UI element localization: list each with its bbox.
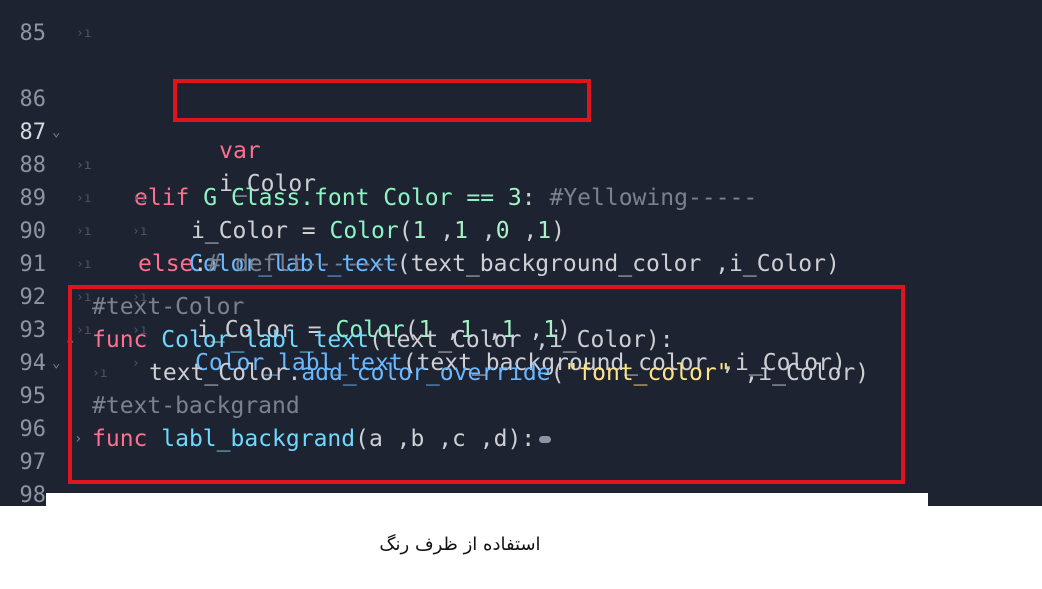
code-line[interactable]: 85 ›ı var i_Color	[0, 3, 1042, 197]
code-editor[interactable]: 85 ›ı var i_Color 86 ⌄ ›ı elif G Class.f…	[0, 0, 1042, 506]
caption-text: استفاده از ظرف رنگ	[379, 534, 541, 555]
code-line[interactable]: 91 ›ı ›ı Color_labl_text(text_background…	[0, 215, 1042, 376]
line-number: 85	[19, 21, 47, 46]
code-line[interactable]: 89 ›ı else:# deflt-------	[0, 149, 1042, 277]
highlight-box-large	[68, 285, 905, 484]
code-line[interactable]: 92 ›ı ›	[0, 248, 1042, 371]
tab-indent-icon: ›ı	[76, 26, 92, 41]
code-line[interactable]: 90 ›ı ›ı i_Color = Color(1 ,1 ,1 ,1)	[0, 182, 1042, 343]
highlight-box-small	[173, 79, 591, 122]
image-crop-strip	[46, 493, 928, 513]
